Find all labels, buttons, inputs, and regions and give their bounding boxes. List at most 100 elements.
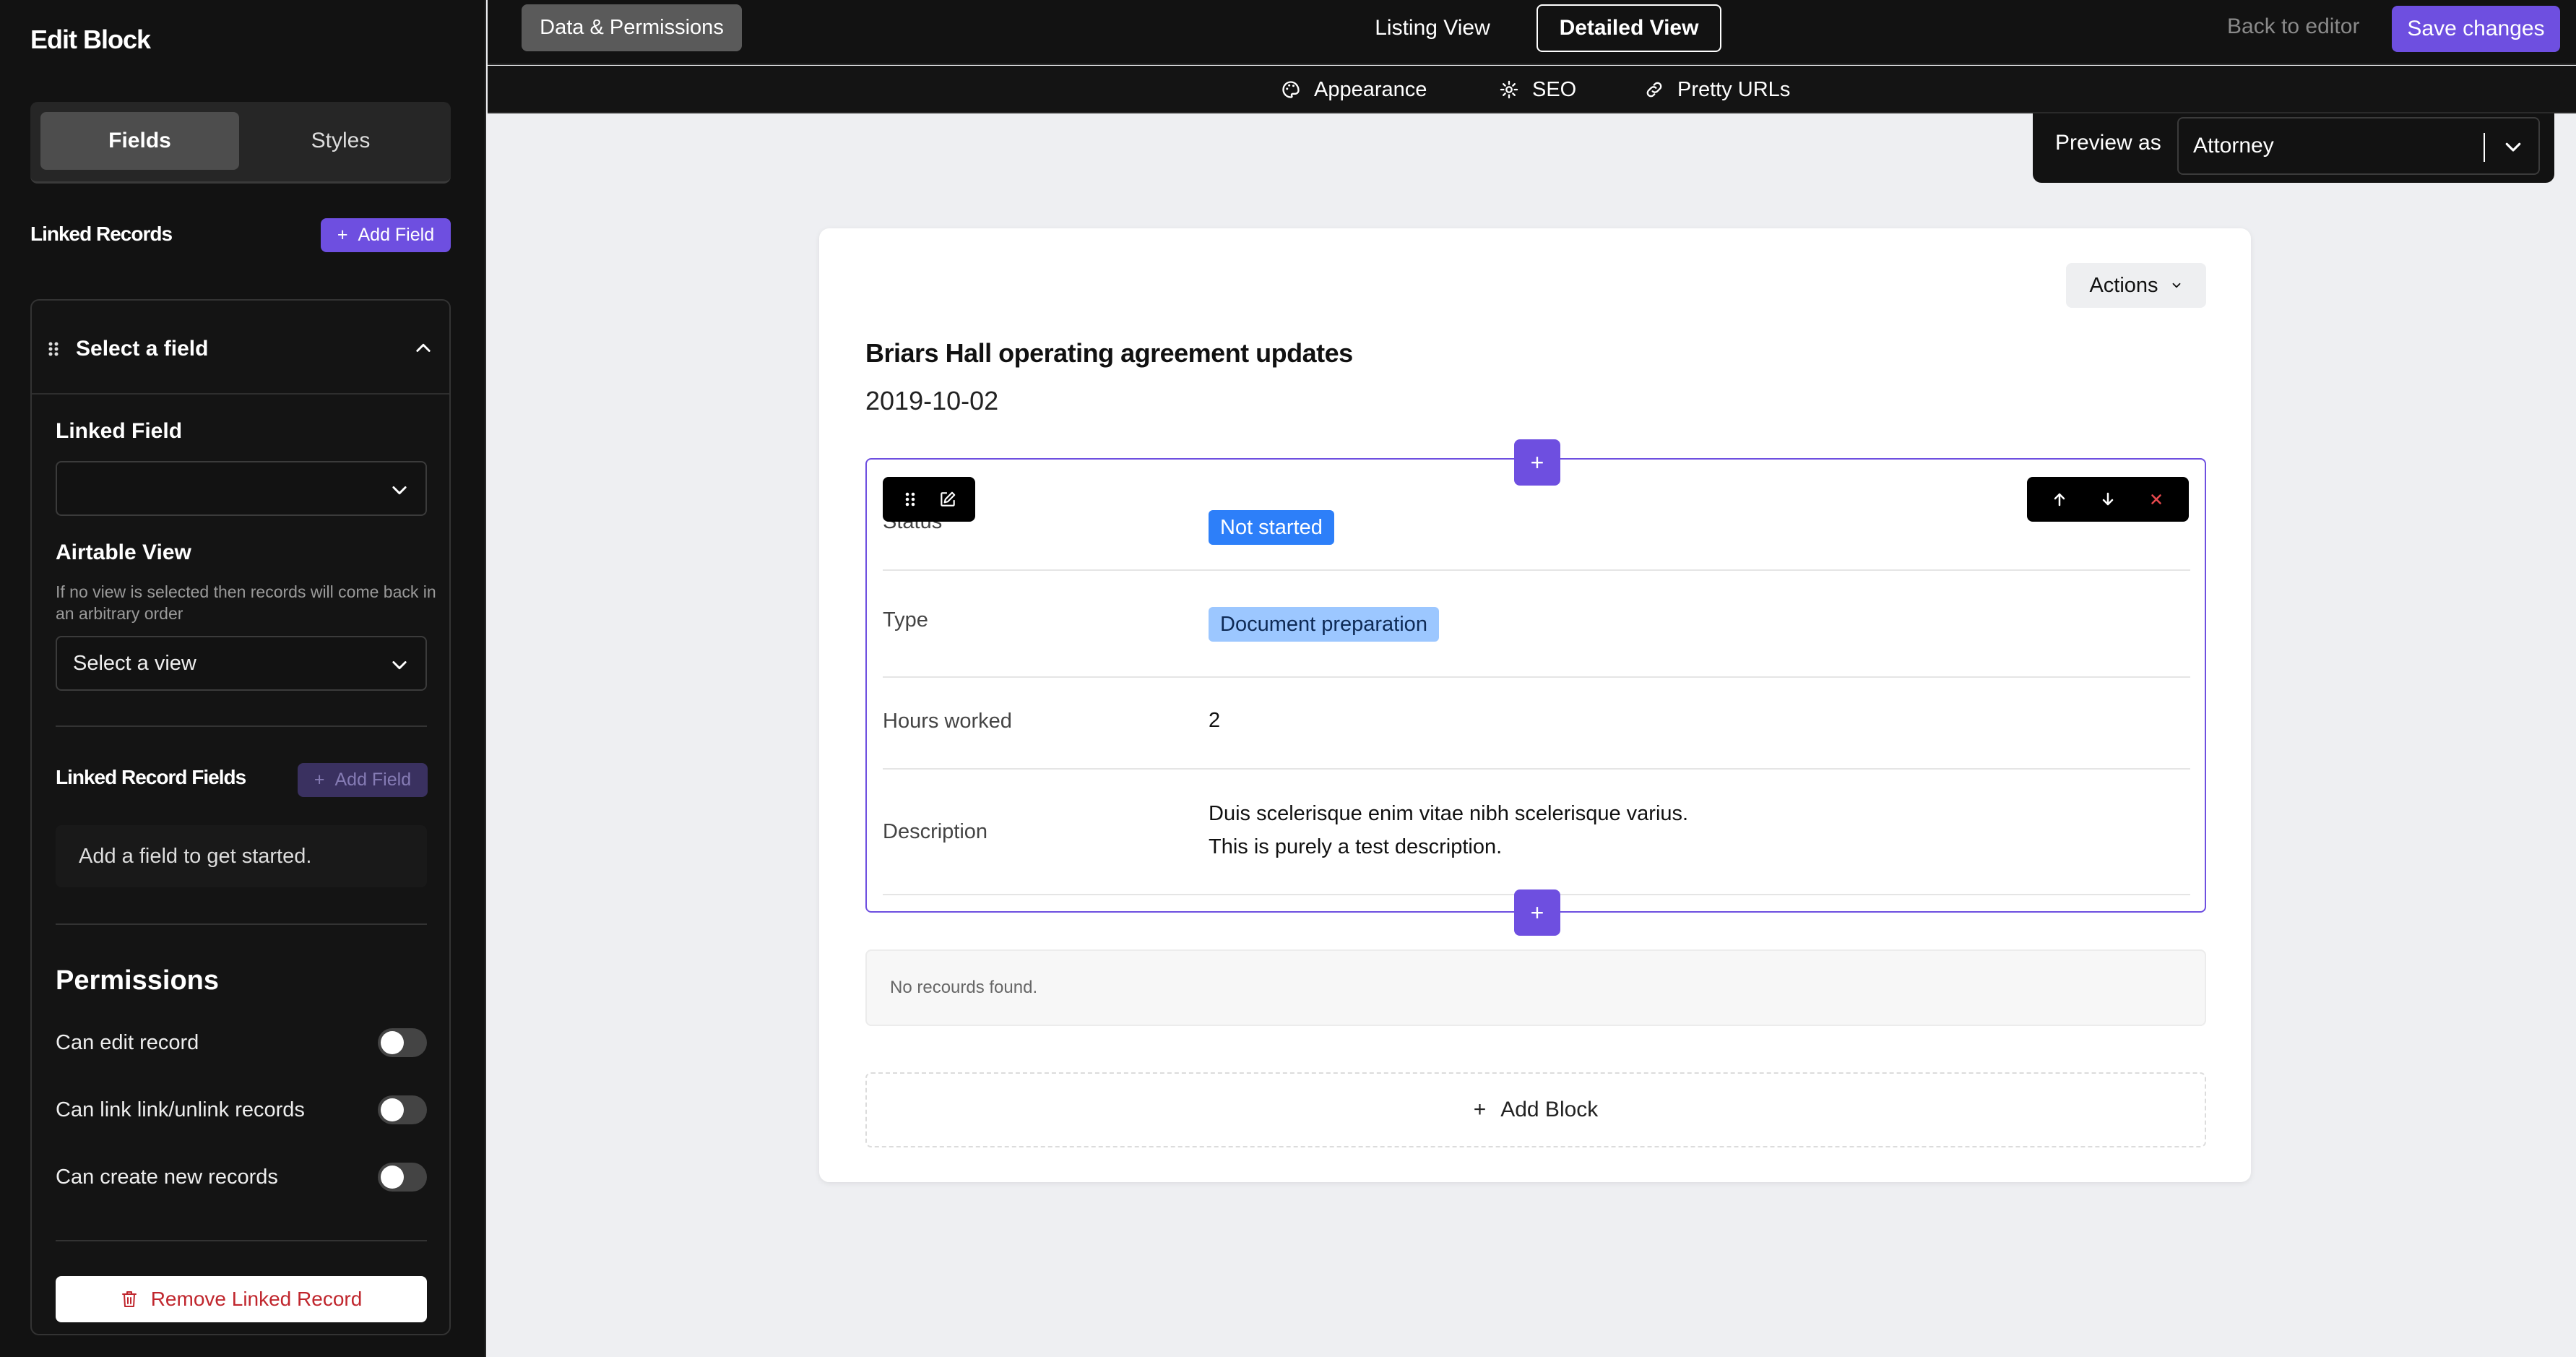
link-icon xyxy=(1646,82,1662,98)
divider xyxy=(56,725,427,727)
actions-label: Actions xyxy=(2089,273,2158,297)
seo-link[interactable]: SEO xyxy=(1499,73,1576,106)
linked-field-label: Linked Field xyxy=(56,419,183,443)
field-row-hours-worked: Hours worked 2 xyxy=(883,678,2190,770)
plus-icon: + xyxy=(337,225,348,245)
select-separator xyxy=(2484,133,2485,162)
block-toolbar-right xyxy=(2027,477,2189,522)
gear-icon xyxy=(1500,80,1518,99)
field-row-type: Type Document preparation xyxy=(883,571,2190,678)
divider xyxy=(56,1240,427,1241)
pretty-urls-link[interactable]: Pretty URLs xyxy=(1644,73,1790,106)
trash-icon xyxy=(121,1291,137,1307)
type-badge: Document preparation xyxy=(1209,607,1439,642)
permission-label: Can edit record xyxy=(56,1030,199,1054)
can-link-records-toggle[interactable] xyxy=(378,1095,427,1124)
add-linked-field-label: Add Field xyxy=(334,770,412,790)
airtable-view-value: Select a view xyxy=(73,651,196,675)
remove-linked-record-button[interactable]: Remove Linked Record xyxy=(56,1276,427,1322)
chevron-down-icon xyxy=(2505,142,2521,152)
can-create-records-toggle[interactable] xyxy=(378,1163,427,1192)
permission-can-link-records: Can link link/unlink records xyxy=(56,1092,427,1128)
palette-icon xyxy=(1282,81,1300,98)
save-changes-button[interactable]: Save changes xyxy=(2392,6,2560,52)
back-to-editor-link[interactable]: Back to editor xyxy=(2227,14,2359,39)
permissions-title: Permissions xyxy=(56,965,219,996)
close-icon[interactable] xyxy=(2145,488,2167,510)
plus-icon: + xyxy=(1473,1098,1487,1121)
fields-block[interactable]: Status Not started Type Document prepara… xyxy=(865,458,2206,913)
seo-label: SEO xyxy=(1532,77,1577,101)
plus-icon: + xyxy=(1530,449,1544,475)
chevron-down-icon xyxy=(392,661,407,670)
tab-styles[interactable]: Styles xyxy=(241,112,440,170)
data-permissions-button[interactable]: Data & Permissions xyxy=(522,4,742,51)
plus-icon: + xyxy=(314,770,325,790)
field-label: Type xyxy=(883,608,928,632)
linked-field-card: Select a field Linked Field Airtable Vie… xyxy=(30,299,451,1335)
arrow-down-icon[interactable] xyxy=(2097,488,2119,510)
edit-block-sidebar: Edit Block Fields Styles Linked Records … xyxy=(0,0,486,1357)
remove-linked-record-label: Remove Linked Record xyxy=(150,1288,363,1310)
field-value: 2 xyxy=(1209,709,1221,732)
appearance-label: Appearance xyxy=(1314,77,1427,101)
insert-block-below-button[interactable]: + xyxy=(1514,889,1560,936)
permission-label: Can link link/unlink records xyxy=(56,1098,305,1121)
appearance-link[interactable]: Appearance xyxy=(1281,73,1427,106)
preview-as-select[interactable]: Attorney xyxy=(2177,117,2540,175)
sidebar-title: Edit Block xyxy=(30,25,151,54)
permission-label: Can create new records xyxy=(56,1165,278,1189)
drag-handle-icon[interactable] xyxy=(48,341,59,357)
preview-as-label: Preview as xyxy=(2055,131,2161,155)
field-label: Description xyxy=(883,820,988,843)
no-records-message: No recourds found. xyxy=(865,949,2206,1026)
add-field-label: Add Field xyxy=(358,225,435,245)
preview-as-value: Attorney xyxy=(2193,134,2274,158)
settings-sub-bar: Appearance SEO Pretty URLs xyxy=(488,66,2576,113)
permission-can-edit-record: Can edit record xyxy=(56,1025,427,1061)
pretty-urls-label: Pretty URLs xyxy=(1677,77,1791,101)
plus-icon: + xyxy=(1530,899,1544,926)
block-toolbar-left xyxy=(883,477,975,522)
add-block-button[interactable]: + Add Block xyxy=(865,1072,2206,1147)
status-badge: Not started xyxy=(1209,510,1334,545)
permission-can-create-records: Can create new records xyxy=(56,1159,427,1195)
divider xyxy=(56,923,427,925)
add-block-label: Add Block xyxy=(1500,1098,1599,1121)
preview-as-panel: Preview as Attorney xyxy=(2033,113,2554,183)
record-detail-card: Actions Briars Hall operating agreement … xyxy=(819,228,2251,1182)
field-value: Duis scelerisque enim vitae nibh sceleri… xyxy=(1209,797,1688,863)
chevron-up-icon[interactable] xyxy=(413,338,433,358)
airtable-view-label: Airtable View xyxy=(56,540,191,564)
airtable-view-help: If no view is selected then records will… xyxy=(56,582,436,623)
description-line: This is purely a test description. xyxy=(1209,835,1503,858)
arrow-up-icon[interactable] xyxy=(2049,488,2070,510)
linked-records-label: Linked Records xyxy=(30,223,173,245)
edit-icon[interactable] xyxy=(937,488,959,510)
linked-field-select[interactable] xyxy=(56,461,427,516)
tab-listing-view[interactable]: Listing View xyxy=(1360,6,1505,51)
tab-fields[interactable]: Fields xyxy=(40,112,239,170)
insert-block-above-button[interactable]: + xyxy=(1514,439,1560,486)
field-card-title: Select a field xyxy=(76,337,209,361)
drag-handle-icon[interactable] xyxy=(899,488,921,510)
chevron-down-icon xyxy=(2172,283,2180,288)
sidebar-tabs: Fields Styles xyxy=(30,102,451,184)
field-value: Document preparation xyxy=(1209,607,1439,642)
tab-detailed-view[interactable]: Detailed View xyxy=(1536,4,1721,52)
linked-record-fields-label: Linked Record Fields xyxy=(56,766,246,788)
can-edit-record-toggle[interactable] xyxy=(378,1028,427,1057)
add-field-button[interactable]: + Add Field xyxy=(321,218,451,252)
actions-button[interactable]: Actions xyxy=(2066,263,2206,308)
field-card-header[interactable]: Select a field xyxy=(32,301,449,395)
linked-record-fields-empty: Add a field to get started. xyxy=(56,825,427,887)
record-date: 2019-10-02 xyxy=(865,386,999,415)
description-line: Duis scelerisque enim vitae nibh sceleri… xyxy=(1209,802,1689,825)
field-row-description: Description Duis scelerisque enim vitae … xyxy=(883,770,2190,895)
field-value: Not started xyxy=(1209,510,1334,545)
field-label: Hours worked xyxy=(883,710,1012,733)
top-bar: Data & Permissions Listing View Detailed… xyxy=(488,0,2576,65)
airtable-view-select[interactable]: Select a view xyxy=(56,636,427,691)
add-linked-record-field-button[interactable]: + Add Field xyxy=(298,763,428,797)
record-title: Briars Hall operating agreement updates xyxy=(865,338,1353,368)
